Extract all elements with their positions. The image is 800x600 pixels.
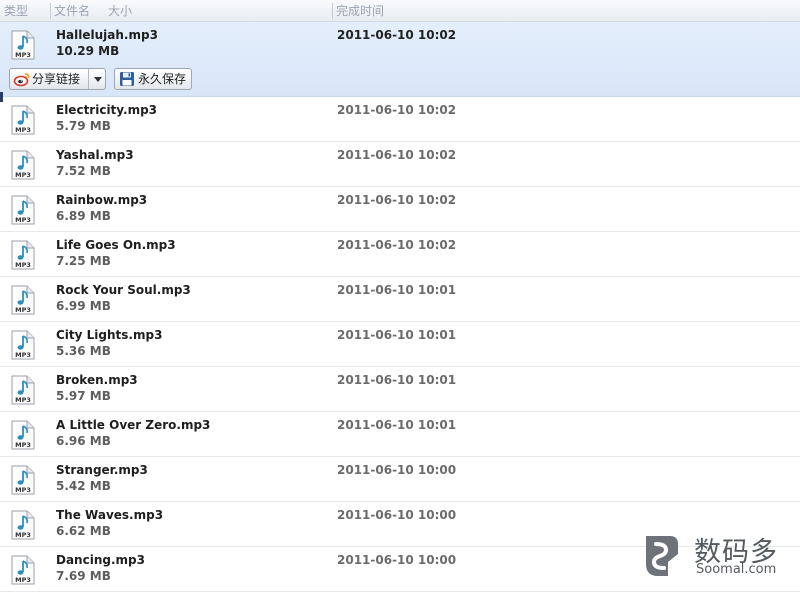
watermark-en: Soomal.com: [696, 562, 777, 577]
file-size: 7.52 MB: [56, 164, 111, 178]
mp3-file-icon: MP3: [11, 375, 35, 405]
icon-label: MP3: [15, 351, 31, 359]
list-header: 类型 文件名 大小 完成时间: [0, 0, 800, 22]
file-time: 2011-06-10 10:02: [337, 28, 457, 42]
mp3-file-icon: MP3: [11, 285, 35, 315]
icon-label: MP3: [15, 126, 31, 134]
split-divider: [88, 69, 89, 89]
table-row[interactable]: MP3 A Little Over Zero.mp3 6.96 MB 2011-…: [0, 412, 800, 457]
file-size: 5.79 MB: [56, 119, 111, 133]
mp3-file-icon: MP3: [11, 105, 35, 135]
scroll-edge-marker: [0, 92, 3, 102]
file-time: 2011-06-10 10:00: [337, 508, 457, 522]
table-row[interactable]: MP3 Electricity.mp3 5.79 MB 2011-06-10 1…: [0, 97, 800, 142]
column-separator[interactable]: [50, 3, 51, 19]
file-time: 2011-06-10 10:01: [337, 373, 457, 387]
file-size: 7.69 MB: [56, 569, 111, 583]
file-name: Electricity.mp3: [56, 103, 158, 117]
file-size: 6.99 MB: [56, 299, 111, 313]
table-row[interactable]: MP3 Yashal.mp3 7.52 MB 2011-06-10 10:02: [0, 142, 800, 187]
file-name: Yashal.mp3: [56, 148, 134, 162]
permanent-save-label: 永久保存: [138, 72, 187, 86]
file-name: The Waves.mp3: [56, 508, 164, 522]
share-link-label: 分享链接: [32, 72, 81, 86]
soomal-logo-icon: [646, 536, 678, 576]
file-name: Rock Your Soul.mp3: [56, 283, 191, 297]
file-size: 7.25 MB: [56, 254, 111, 268]
share-link-button[interactable]: 分享链接: [9, 68, 106, 90]
file-list: MP3 Hallelujah.mp3 10.29 MB 2011-06-10 1…: [0, 22, 800, 600]
file-size: 5.42 MB: [56, 479, 111, 493]
weibo-icon: [13, 73, 30, 87]
permanent-save-button[interactable]: 永久保存: [114, 68, 192, 90]
file-size: 6.62 MB: [56, 524, 111, 538]
chevron-down-icon[interactable]: [94, 77, 102, 82]
file-size: 6.96 MB: [56, 434, 111, 448]
mp3-file-icon: MP3: [11, 420, 35, 450]
file-size: 6.89 MB: [56, 209, 111, 223]
icon-label: MP3: [15, 171, 31, 179]
icon-label: MP3: [15, 216, 31, 224]
file-time: 2011-06-10 10:01: [337, 328, 457, 342]
table-row[interactable]: MP3 Stranger.mp3 5.42 MB 2011-06-10 10:0…: [0, 457, 800, 502]
mp3-file-icon: MP3: [11, 195, 35, 225]
file-time: 2011-06-10 10:02: [337, 148, 457, 162]
icon-label: MP3: [15, 441, 31, 449]
column-header-name[interactable]: 文件名: [54, 4, 90, 18]
mp3-file-icon: MP3: [11, 240, 35, 270]
table-row[interactable]: MP3 Life Goes On.mp3 7.25 MB 2011-06-10 …: [0, 232, 800, 277]
table-row-selected[interactable]: MP3 Hallelujah.mp3 10.29 MB 2011-06-10 1…: [0, 22, 800, 97]
file-size: 5.97 MB: [56, 389, 111, 403]
file-name: A Little Over Zero.mp3: [56, 418, 211, 432]
column-header-size[interactable]: 大小: [108, 4, 132, 18]
mp3-file-icon: MP3: [11, 465, 35, 495]
download-window: 类型 文件名 大小 完成时间 MP3 Hallelujah.mp3 10.29 …: [0, 0, 800, 600]
file-name: Rainbow.mp3: [56, 193, 148, 207]
icon-label: MP3: [15, 396, 31, 404]
mp3-file-icon: MP3: [11, 555, 35, 585]
file-name: Life Goes On.mp3: [56, 238, 176, 252]
file-name: Dancing.mp3: [56, 553, 145, 567]
file-time: 2011-06-10 10:01: [337, 418, 457, 432]
icon-label: MP3: [15, 531, 31, 539]
watermark: 数码多 Soomal.com: [640, 530, 790, 580]
file-size: 10.29 MB: [56, 44, 120, 58]
file-name: City Lights.mp3: [56, 328, 163, 342]
icon-label: MP3: [15, 306, 31, 314]
mp3-file-icon: MP3: [11, 330, 35, 360]
column-separator[interactable]: [332, 3, 333, 19]
table-row[interactable]: MP3 Rock Your Soul.mp3 6.99 MB 2011-06-1…: [0, 277, 800, 322]
icon-label: MP3: [15, 261, 31, 269]
floppy-disk-icon: [120, 72, 134, 86]
file-name: Stranger.mp3: [56, 463, 148, 477]
file-size: 5.36 MB: [56, 344, 111, 358]
mp3-file-icon: MP3: [11, 510, 35, 540]
file-time: 2011-06-10 10:00: [337, 553, 457, 567]
icon-label: MP3: [15, 486, 31, 494]
file-time: 2011-06-10 10:01: [337, 283, 457, 297]
file-name: Hallelujah.mp3: [56, 28, 158, 42]
column-header-type[interactable]: 类型: [4, 4, 28, 18]
table-row[interactable]: MP3 City Lights.mp3 5.36 MB 2011-06-10 1…: [0, 322, 800, 367]
mp3-file-icon: MP3: [11, 150, 35, 180]
mp3-file-icon: MP3: [11, 30, 35, 60]
column-header-time[interactable]: 完成时间: [336, 4, 384, 18]
file-time: 2011-06-10 10:02: [337, 193, 457, 207]
file-time: 2011-06-10 10:02: [337, 103, 457, 117]
icon-label: MP3: [15, 51, 31, 59]
icon-label: MP3: [15, 576, 31, 584]
table-row[interactable]: MP3 Rainbow.mp3 6.89 MB 2011-06-10 10:02: [0, 187, 800, 232]
file-name: Broken.mp3: [56, 373, 138, 387]
file-time: 2011-06-10 10:00: [337, 463, 457, 477]
table-row[interactable]: MP3 Broken.mp3 5.97 MB 2011-06-10 10:01: [0, 367, 800, 412]
file-time: 2011-06-10 10:02: [337, 238, 457, 252]
